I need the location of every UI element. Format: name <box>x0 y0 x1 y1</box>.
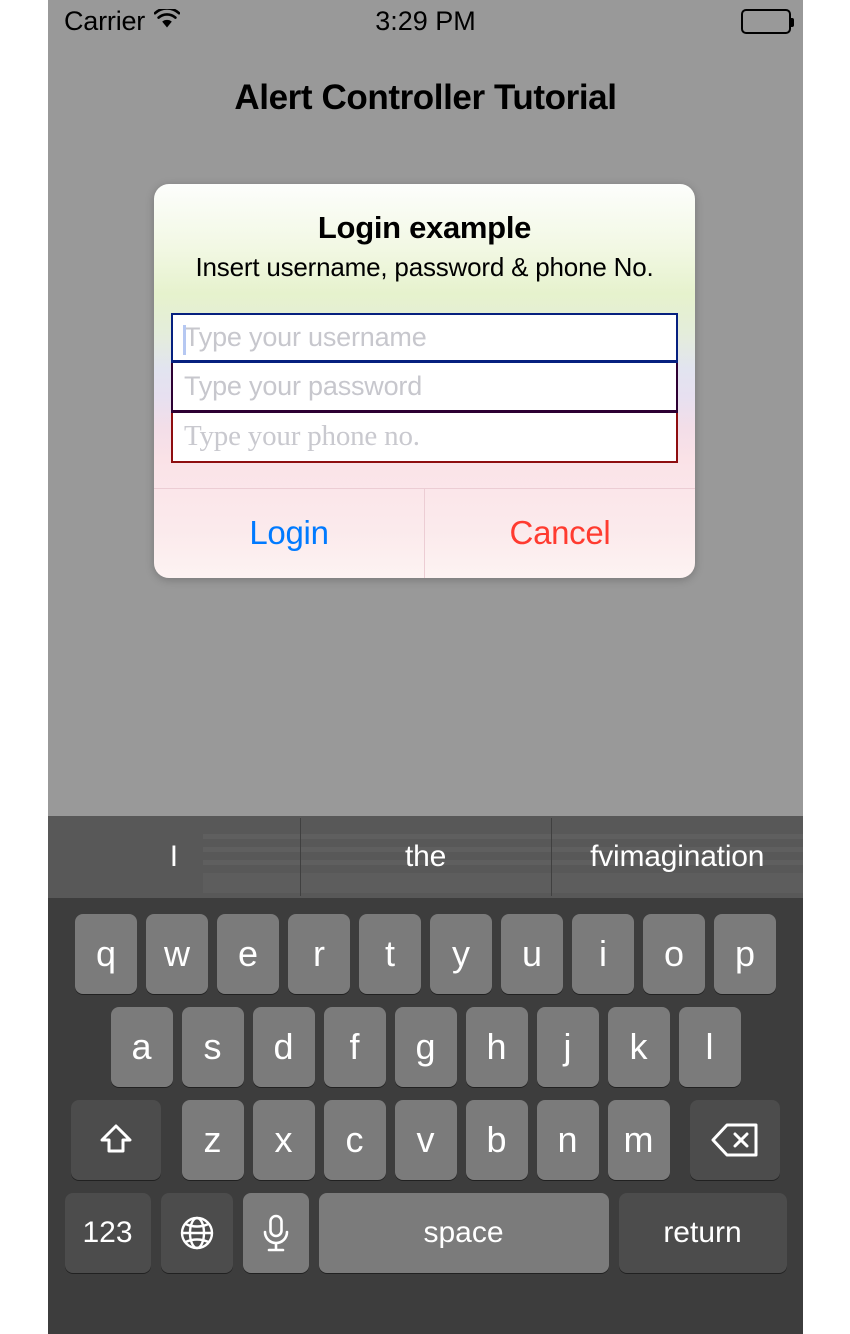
alert-actions: Login Cancel <box>154 487 695 578</box>
alert-message: Insert username, password & phone No. <box>195 252 654 282</box>
backspace-delete-icon[interactable] <box>690 1100 780 1180</box>
password-placeholder: Type your password <box>184 370 423 401</box>
key-q[interactable]: q <box>75 914 137 994</box>
keyboard-key-rows: q w e r t y u i o p a s d f g h j k l z … <box>48 898 803 1273</box>
alert-text-fields: Type your username Type your password Ty… <box>171 312 678 463</box>
suggestion-item[interactable]: I <box>48 816 300 898</box>
phone-input[interactable]: Type your phone no. <box>171 412 678 463</box>
alert-body: Login example Insert username, password … <box>154 184 695 284</box>
key-r[interactable]: r <box>288 914 350 994</box>
key-u[interactable]: u <box>501 914 563 994</box>
keyboard-row-2: a s d f g h j k l <box>48 1007 803 1087</box>
cancel-button[interactable]: Cancel <box>425 489 695 578</box>
status-bar-right <box>741 8 794 34</box>
suggestion-item[interactable]: the <box>299 816 552 898</box>
key-o[interactable]: o <box>643 914 705 994</box>
key-e[interactable]: e <box>217 914 279 994</box>
key-f[interactable]: f <box>323 1007 386 1087</box>
onscreen-keyboard: I the fvimagination q w e r t y u i o p … <box>48 816 803 1334</box>
key-y[interactable]: y <box>430 914 492 994</box>
key-l[interactable]: l <box>678 1007 741 1087</box>
key-g[interactable]: g <box>394 1007 457 1087</box>
page-title: Alert Controller Tutorial <box>234 78 617 117</box>
key-h[interactable]: h <box>465 1007 528 1087</box>
key-s[interactable]: s <box>181 1007 244 1087</box>
keyboard-row-4: 123 space return <box>48 1193 803 1273</box>
key-p[interactable]: p <box>714 914 776 994</box>
text-caret <box>183 324 186 355</box>
key-m[interactable]: m <box>607 1100 670 1180</box>
device-screen: Carrier 3:29 PM Alert Controller Tutoria… <box>48 0 803 1334</box>
key-w[interactable]: w <box>146 914 208 994</box>
password-input[interactable]: Type your password <box>171 362 678 413</box>
space-key[interactable]: space <box>318 1193 609 1273</box>
microphone-icon[interactable] <box>242 1193 309 1273</box>
key-n[interactable]: n <box>536 1100 599 1180</box>
battery-full-icon <box>741 8 794 34</box>
key-c[interactable]: c <box>323 1100 386 1180</box>
key-k[interactable]: k <box>607 1007 670 1087</box>
login-button[interactable]: Login <box>154 488 425 578</box>
return-key[interactable]: return <box>618 1193 787 1273</box>
key-b[interactable]: b <box>465 1100 528 1180</box>
key-z[interactable]: z <box>181 1100 244 1180</box>
key-j[interactable]: j <box>536 1007 599 1087</box>
key-v[interactable]: v <box>394 1100 457 1180</box>
alert-dialog: Login example Insert username, password … <box>154 184 695 578</box>
key-x[interactable]: x <box>252 1100 315 1180</box>
username-placeholder: Type your username <box>184 321 427 352</box>
key-a[interactable]: a <box>110 1007 173 1087</box>
phone-placeholder: Type your phone no. <box>184 420 420 453</box>
alert-title: Login example <box>317 210 532 245</box>
numbers-key[interactable]: 123 <box>64 1193 151 1273</box>
suggestion-item[interactable]: fvimagination <box>551 816 803 898</box>
globe-icon[interactable] <box>160 1193 233 1273</box>
key-t[interactable]: t <box>359 914 421 994</box>
key-d[interactable]: d <box>252 1007 315 1087</box>
key-i[interactable]: i <box>572 914 634 994</box>
predictive-suggestion-bar: I the fvimagination <box>48 816 803 898</box>
keyboard-row-1: q w e r t y u i o p <box>48 914 803 994</box>
status-bar: Carrier 3:29 PM <box>48 0 803 42</box>
status-bar-clock: 3:29 PM <box>375 5 476 36</box>
username-input[interactable]: Type your username <box>171 312 678 363</box>
keyboard-row-3: z x c v b n m <box>48 1100 803 1180</box>
shift-arrow-icon[interactable] <box>71 1100 161 1180</box>
